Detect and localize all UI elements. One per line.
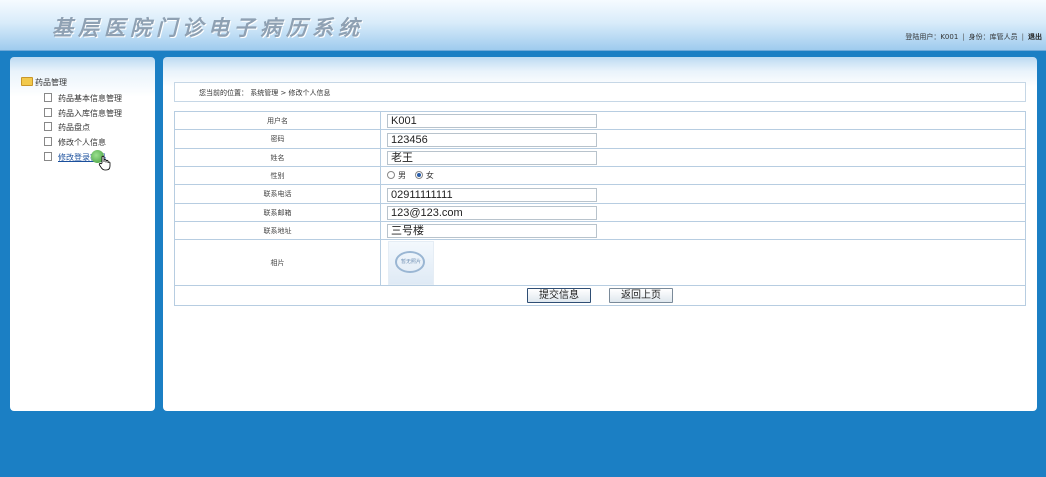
system-title: 基层医院门诊电子病历系统 xyxy=(52,15,364,40)
sidebar-item-label: 药品基本信息管理 xyxy=(58,94,122,103)
main-panel: 您当前的位置： 系统管理 > 修改个人信息 用户名 K001 密码 123456… xyxy=(163,57,1037,411)
form-row-address: 联系地址 三号楼 xyxy=(174,221,1026,240)
separator: | xyxy=(962,33,965,41)
document-icon xyxy=(44,107,52,117)
form-row-name: 姓名 老王 xyxy=(174,148,1026,167)
sidebar-item-drug-inventory[interactable]: 药品盘点 xyxy=(44,122,122,137)
user-info-bar: 登陆用户：K001 | 身份：库管人员 | 退出 xyxy=(905,32,1042,42)
sidebar-item-edit-profile[interactable]: 修改个人信息 xyxy=(44,137,122,152)
gender-male-option[interactable]: 男 xyxy=(387,170,406,181)
email-field[interactable]: 123@123.com xyxy=(387,206,597,220)
radio-male[interactable] xyxy=(387,171,395,179)
form-row-photo: 相片 暂无照片 xyxy=(174,239,1026,286)
hand-cursor-icon xyxy=(98,155,111,171)
breadcrumb-text: 您当前的位置： 系统管理 > 修改个人信息 xyxy=(199,89,331,97)
submit-button[interactable]: 提交信息 xyxy=(527,288,591,303)
phone-label: 联系电话 xyxy=(174,184,381,204)
breadcrumb: 您当前的位置： 系统管理 > 修改个人信息 xyxy=(174,82,1026,102)
form-row-phone: 联系电话 02911111111 xyxy=(174,184,1026,204)
password-label: 密码 xyxy=(174,129,381,149)
sidebar-item-label: 药品入库信息管理 xyxy=(58,108,122,118)
back-button[interactable]: 返回上页 xyxy=(609,288,673,303)
document-icon xyxy=(44,137,52,147)
name-field[interactable]: 老王 xyxy=(387,151,597,165)
logout-link[interactable]: 退出 xyxy=(1028,33,1042,41)
folder-open-icon xyxy=(21,77,33,86)
tree-root-drug-management[interactable]: 药品管理 xyxy=(21,77,67,88)
separator: | xyxy=(1021,33,1024,41)
username-field[interactable]: K001 xyxy=(387,114,597,128)
gender-male-label: 男 xyxy=(398,171,406,180)
form-row-username: 用户名 K001 xyxy=(174,111,1026,130)
photo-placeholder-image: 暂无照片 xyxy=(388,241,434,285)
tree-root-label: 药品管理 xyxy=(35,78,67,87)
form-row-email: 联系邮箱 123@123.com xyxy=(174,203,1026,222)
profile-form: 用户名 K001 密码 123456 姓名 老王 性别 男 女 联系电话 029… xyxy=(174,111,1026,306)
sidebar-item-label: 药品盘点 xyxy=(58,123,90,133)
radio-female[interactable] xyxy=(414,171,423,179)
photo-label: 相片 xyxy=(174,239,381,286)
document-icon xyxy=(44,151,52,161)
user-role: 身份：库管人员 xyxy=(968,33,1018,41)
address-label: 联系地址 xyxy=(174,221,381,240)
password-field[interactable]: 123456 xyxy=(387,132,597,147)
sidebar: 药品管理 药品基本信息管理 药品入库信息管理 药品盘点 修改个人信息 修改登录密… xyxy=(10,57,155,411)
username-label: 用户名 xyxy=(174,111,381,130)
document-icon xyxy=(44,122,52,132)
photo-placeholder-text: 暂无照片 xyxy=(400,259,421,265)
logged-in-user: 登陆用户：K001 xyxy=(905,33,959,41)
sidebar-item-label: 修改个人信息 xyxy=(58,138,106,148)
name-label: 姓名 xyxy=(174,148,381,167)
email-label: 联系邮箱 xyxy=(174,203,381,222)
form-row-gender: 性别 男 女 xyxy=(174,166,1026,185)
sidebar-item-drug-info[interactable]: 药品基本信息管理 xyxy=(44,93,122,108)
sidebar-item-drug-stock-in[interactable]: 药品入库信息管理 xyxy=(44,107,122,123)
document-icon xyxy=(44,93,52,102)
app-header: 基层医院门诊电子病历系统 登陆用户：K001 | 身份：库管人员 | 退出 xyxy=(0,0,1046,51)
phone-field[interactable]: 02911111111 xyxy=(387,187,597,202)
gender-female-option[interactable]: 女 xyxy=(414,170,434,181)
gender-female-label: 女 xyxy=(425,171,434,180)
gender-label: 性别 xyxy=(174,166,381,185)
address-field[interactable]: 三号楼 xyxy=(387,224,597,238)
form-row-password: 密码 123456 xyxy=(174,129,1026,149)
form-row-actions: 提交信息 返回上页 xyxy=(174,285,1026,306)
